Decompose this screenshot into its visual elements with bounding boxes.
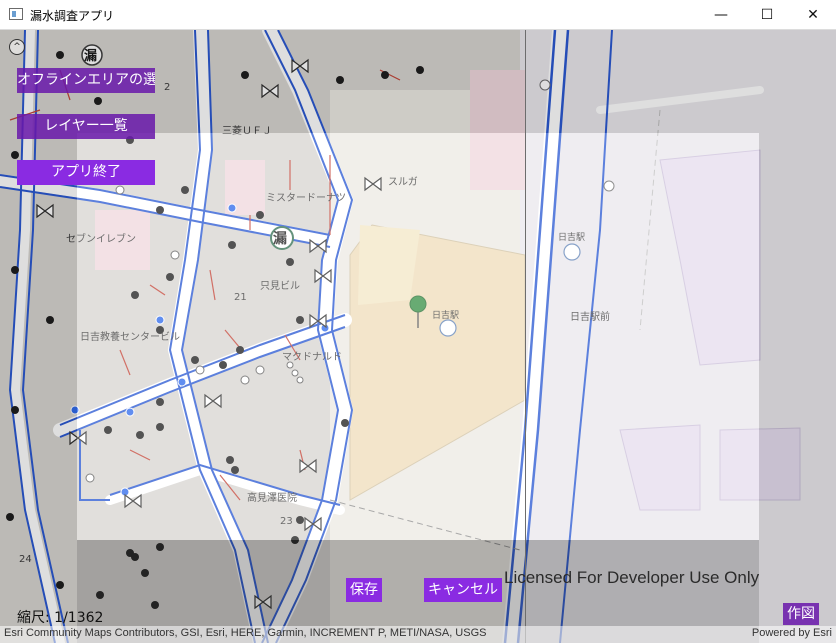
attribution-text[interactable]: Esri Community Maps Contributors, GSI, E… [4, 627, 486, 639]
draw-button[interactable]: 作図 [783, 603, 819, 625]
offline-area-selection[interactable] [77, 133, 759, 540]
grid-line [525, 30, 526, 643]
minimize-button[interactable]: — [698, 0, 744, 30]
scale-text: 縮尺: 1/1362 [17, 610, 104, 626]
map-view[interactable]: 漏 漏 三菱ＵＦＪ 2 スルガ ミスタードーナツ セブンイレブン 只見ビル 21… [0, 30, 836, 643]
powered-by-text[interactable]: Powered by Esri [752, 627, 832, 639]
window-title: 漏水調査アプリ [30, 9, 115, 23]
maximize-button[interactable]: ☐ [744, 0, 790, 30]
layer-list-button[interactable]: レイヤー一覧 [17, 114, 155, 139]
save-button[interactable]: 保存 [346, 578, 382, 602]
exit-app-button[interactable]: アプリ終了 [17, 160, 155, 185]
cancel-button[interactable]: キャンセル [424, 578, 502, 602]
title-bar: 漏水調査アプリ — ☐ ✕ [0, 0, 836, 30]
dim-overlay-right [759, 30, 836, 643]
menu-collapse-button[interactable]: ^ [9, 39, 25, 55]
license-text: Licensed For Developer Use Only [504, 568, 760, 587]
close-button[interactable]: ✕ [790, 0, 836, 30]
offline-area-button[interactable]: オフラインエリアの選択 [17, 68, 155, 93]
app-icon [9, 8, 23, 20]
dim-overlay-top [77, 30, 759, 133]
